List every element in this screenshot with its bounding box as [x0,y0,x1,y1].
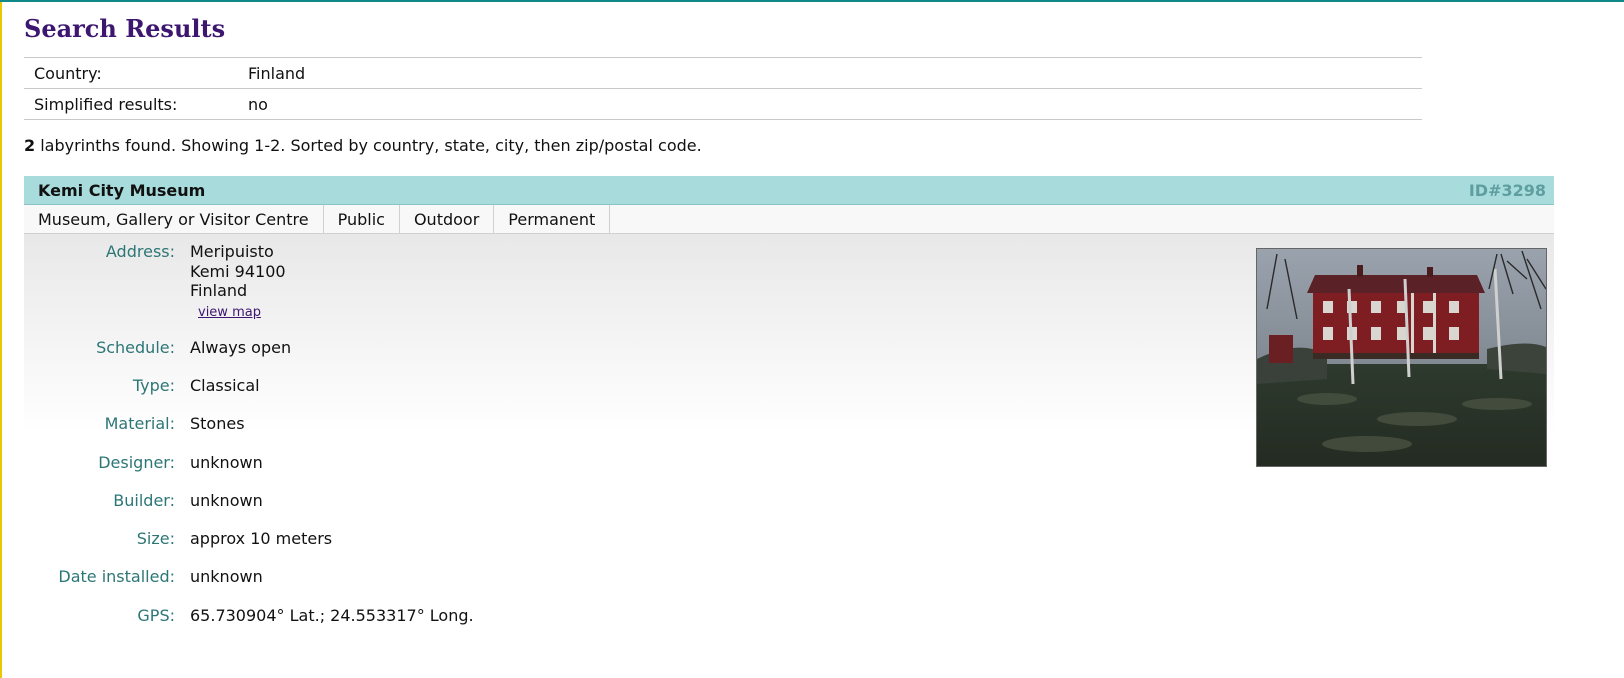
criteria-row: Simplified results: no [24,88,1422,120]
field-label: Designer: [98,453,175,472]
field-value: unknown [190,567,263,586]
criteria-label: Simplified results: [34,94,178,114]
tag-location: Outdoor [400,205,495,233]
field-value: Stones [190,414,245,433]
field-value: unknown [190,453,263,472]
tag-access: Public [324,205,400,233]
view-map-link[interactable]: view map [198,303,261,323]
result-header: Kemi City Museum ID#3298 [24,176,1554,205]
result-card: Kemi City Museum ID#3298 Museum, Gallery… [24,176,1554,655]
results-count: 2 [24,136,36,155]
result-name: Kemi City Museum [38,180,206,200]
result-id: ID#3298 [1468,180,1546,200]
result-tags: Museum, Gallery or Visitor Centre Public… [24,205,1554,234]
field-label: GPS: [137,606,175,625]
tag-category: Museum, Gallery or Visitor Centre [24,205,324,233]
field-value: approx 10 meters [190,529,333,548]
field-label: Material: [104,414,175,433]
tag-permanence: Permanent [494,205,611,233]
left-border [0,2,2,678]
criteria-value: no [248,94,268,114]
criteria-value: Finland [248,63,306,83]
field-label: Date installed: [58,567,175,586]
field-value: unknown [190,491,263,510]
criteria-row: Country: Finland [24,57,1422,89]
result-details: Address: Meripuisto Kemi 94100 Finland v… [24,234,1554,655]
field-value: Classical [190,376,260,395]
criteria-label: Country: [34,63,102,83]
address-line: Kemi 94100 [190,261,286,281]
results-summary-text: labyrinths found. Showing 1-2. Sorted by… [35,136,702,155]
address-label: Address: [105,242,175,261]
top-border [0,0,1624,2]
page-title: Search Results [24,14,226,43]
address-line: Finland [190,281,248,300]
field-value: 65.730904° Lat.; 24.553317° Long. [190,606,474,625]
field-value: Always open [190,338,292,357]
field-label: Builder: [113,491,175,510]
search-criteria-table: Country: Finland Simplified results: no [24,57,1422,120]
field-label: Schedule: [96,338,175,357]
field-label: Type: [132,376,175,395]
field-label: Size: [136,529,175,548]
address-value: Meripuisto Kemi 94100 Finland view map [190,242,286,322]
results-summary: 2 labyrinths found. Showing 1-2. Sorted … [24,136,702,155]
labyrinth-photo[interactable] [1256,248,1547,467]
address-line: Meripuisto [190,242,274,261]
